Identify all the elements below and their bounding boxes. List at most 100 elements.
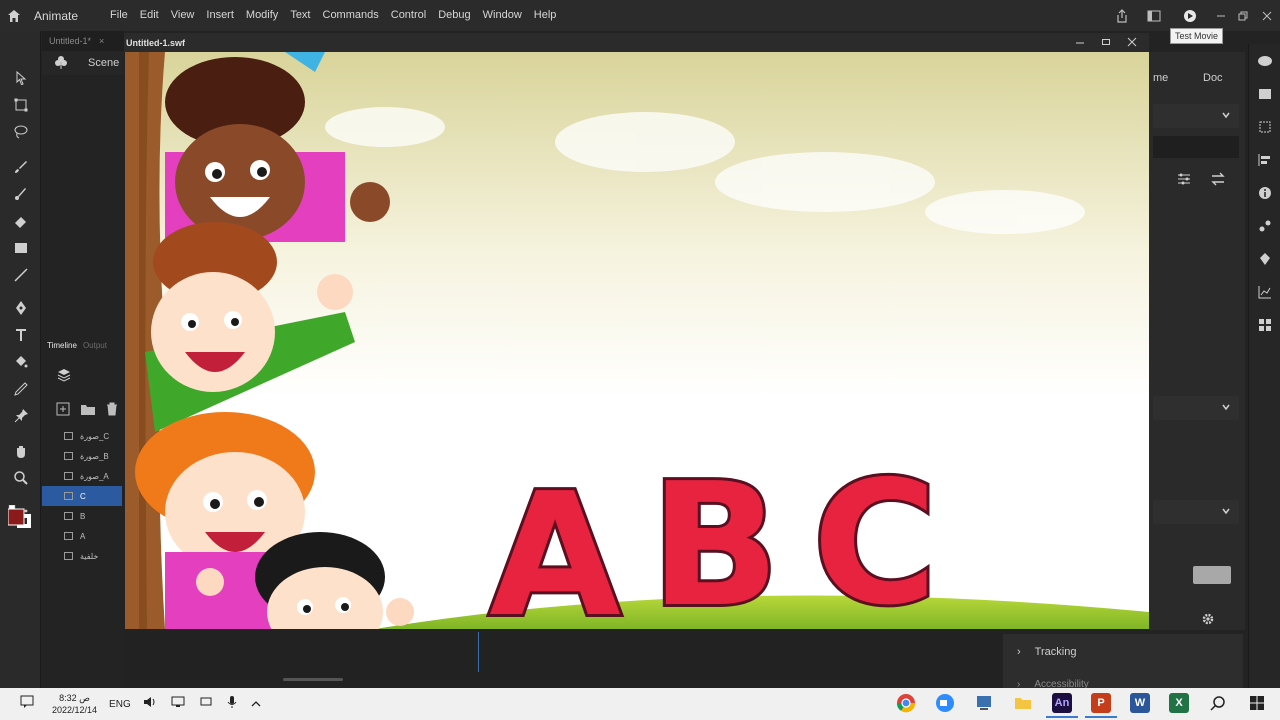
microphone-icon[interactable]: [227, 695, 237, 714]
brush-tool-icon[interactable]: [0, 180, 41, 207]
menu-control[interactable]: Control: [385, 0, 432, 31]
document-tab[interactable]: Untitled-1* ×: [42, 31, 124, 51]
delete-layer-icon[interactable]: [106, 402, 118, 421]
tab-frame[interactable]: me: [1153, 72, 1168, 84]
zoom-tool-icon[interactable]: [0, 464, 41, 491]
menu-help[interactable]: Help: [528, 0, 563, 31]
eraser-tool-icon[interactable]: [0, 207, 41, 234]
properties-dropdown[interactable]: [1153, 104, 1239, 128]
tab-timeline[interactable]: Timeline: [47, 341, 77, 355]
document-tab-close-icon[interactable]: ×: [99, 36, 104, 46]
swf-minimize-icon[interactable]: [1075, 34, 1085, 52]
tracking-label: Tracking: [1034, 646, 1077, 658]
volume-icon[interactable]: [143, 695, 157, 713]
gear-icon[interactable]: [1201, 612, 1215, 631]
eyedropper-tool-icon[interactable]: [0, 375, 41, 402]
scene-bar: Scene: [42, 51, 124, 75]
components-icon[interactable]: [1249, 209, 1280, 242]
search-icon[interactable]: [1202, 690, 1234, 718]
layer-row[interactable]: A: [42, 526, 122, 546]
swf-close-icon[interactable]: [1127, 34, 1137, 52]
free-transform-tool-icon[interactable]: [0, 91, 41, 118]
menu-edit[interactable]: Edit: [134, 0, 165, 31]
swap-icon[interactable]: [1211, 172, 1225, 191]
assets-icon[interactable]: [1249, 242, 1280, 275]
layer-row-selected[interactable]: C: [42, 486, 122, 506]
test-movie-icon[interactable]: [1170, 0, 1210, 31]
properties-dropdown-2[interactable]: [1153, 396, 1239, 420]
share-icon[interactable]: [1106, 0, 1138, 31]
paint-brush-tool-icon[interactable]: [0, 153, 41, 180]
menu-debug[interactable]: Debug: [432, 0, 476, 31]
layer-row[interactable]: صورة_A: [42, 466, 122, 486]
tab-output[interactable]: Output: [83, 341, 107, 355]
playhead[interactable]: [478, 632, 479, 672]
home-icon[interactable]: [0, 0, 28, 31]
network-icon[interactable]: [171, 695, 185, 713]
add-layer-icon[interactable]: [56, 402, 70, 421]
powerpoint-icon[interactable]: P: [1085, 690, 1117, 718]
restore-icon[interactable]: [1232, 0, 1254, 31]
layer-row[interactable]: صورة_B: [42, 446, 122, 466]
grid-icon[interactable]: [1249, 308, 1280, 341]
clock-time[interactable]: 8:32 ص: [59, 692, 90, 704]
excel-icon[interactable]: X: [1163, 690, 1195, 718]
menu-insert[interactable]: Insert: [200, 0, 240, 31]
file-explorer-icon[interactable]: [1007, 690, 1039, 718]
transform-icon[interactable]: [1249, 110, 1280, 143]
line-tool-icon[interactable]: [0, 261, 41, 288]
name-field[interactable]: [1153, 136, 1239, 158]
scene-label[interactable]: Scene: [88, 57, 119, 69]
settings-icon[interactable]: [1177, 172, 1191, 191]
workspace-icon[interactable]: [1138, 0, 1170, 31]
add-folder-icon[interactable]: [80, 402, 96, 421]
zoom-icon[interactable]: [929, 690, 961, 718]
align-icon[interactable]: [1249, 143, 1280, 176]
rectangle-tool-icon[interactable]: [0, 234, 41, 261]
horizontal-scrollbar[interactable]: [283, 678, 343, 681]
network-app-icon[interactable]: [968, 690, 1000, 718]
language-indicator[interactable]: ENG: [109, 699, 131, 710]
text-properties-panel: › Tracking › Accessibility: [1003, 634, 1243, 690]
menu-modify[interactable]: Modify: [240, 0, 284, 31]
layer-row[interactable]: خلفية: [42, 546, 122, 566]
minimize-icon[interactable]: [1210, 0, 1232, 31]
hand-tool-icon[interactable]: [0, 437, 41, 464]
menu-file[interactable]: File: [104, 0, 134, 31]
chrome-icon[interactable]: [890, 690, 922, 718]
notifications-icon[interactable]: [20, 695, 34, 714]
chart-icon[interactable]: [1249, 275, 1280, 308]
layers-icon[interactable]: [56, 367, 72, 388]
word-icon[interactable]: W: [1124, 690, 1156, 718]
chevron-up-icon[interactable]: [251, 695, 261, 713]
fill-stroke-color-icon[interactable]: [7, 504, 32, 531]
windows-start-icon[interactable]: [1241, 690, 1273, 718]
layer-row[interactable]: صورة_C: [42, 426, 122, 446]
paint-bucket-tool-icon[interactable]: [0, 348, 41, 375]
tab-doc[interactable]: Doc: [1203, 72, 1223, 84]
library-icon[interactable]: [1249, 77, 1280, 110]
pin-tool-icon[interactable]: [0, 402, 41, 429]
selection-tool-icon[interactable]: [0, 64, 41, 91]
swf-maximize-icon[interactable]: [1101, 34, 1111, 52]
devices-icon[interactable]: [199, 695, 213, 713]
menu-commands[interactable]: Commands: [317, 0, 385, 31]
properties-dropdown-3[interactable]: [1153, 500, 1239, 524]
motion-presets-icon[interactable]: [1249, 44, 1280, 77]
menu-text[interactable]: Text: [284, 0, 316, 31]
clock-date[interactable]: 2022/12/14: [52, 704, 97, 716]
color-button[interactable]: [1193, 566, 1231, 584]
pen-tool-icon[interactable]: [0, 294, 41, 321]
layer-row[interactable]: B: [42, 506, 122, 526]
lasso-tool-icon[interactable]: [0, 118, 41, 145]
animate-app-icon[interactable]: An: [1046, 690, 1078, 718]
menu-view[interactable]: View: [165, 0, 201, 31]
scene-icon[interactable]: [54, 55, 68, 72]
close-icon[interactable]: [1254, 0, 1280, 31]
text-tool-icon[interactable]: [0, 321, 41, 348]
swf-window-titlebar[interactable]: Untitled-1.swf: [124, 33, 1149, 52]
timeline-frames-area[interactable]: [124, 629, 1003, 688]
info-icon[interactable]: [1249, 176, 1280, 209]
menu-window[interactable]: Window: [477, 0, 528, 31]
tracking-section[interactable]: › Tracking: [1017, 646, 1076, 658]
